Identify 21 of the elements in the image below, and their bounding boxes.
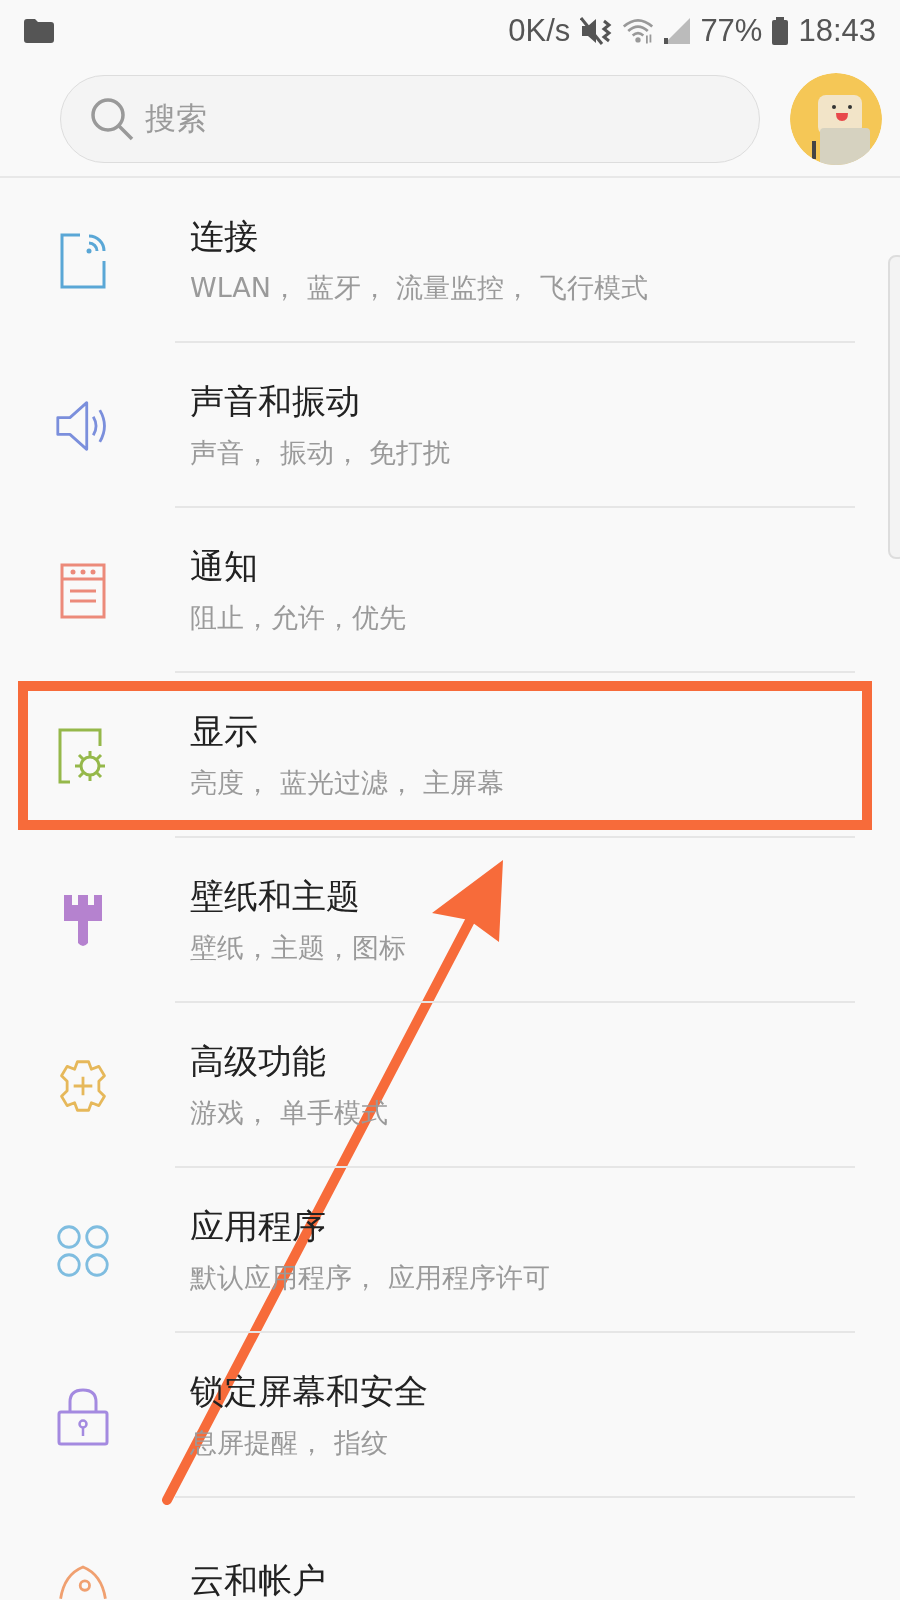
item-summary: 阻止，允许，优先 [190, 600, 407, 635]
settings-item[interactable]: 通知 阻止，允许，优先 [0, 508, 878, 673]
settings-item[interactable]: 云和帐户 [0, 1498, 878, 1600]
item-title: 显示 [190, 709, 259, 753]
item-title: 高级功能 [190, 1039, 327, 1083]
item-summary: 声音， 振动， 免打扰 [190, 435, 452, 470]
network-speed: 0K/s [508, 13, 571, 49]
item-title: 连接 [190, 214, 259, 258]
clock: 18:43 [798, 13, 876, 49]
item-title: 通知 [190, 544, 259, 588]
settings-item[interactable]: 显示 亮度， 蓝光过滤， 主屏幕 [0, 673, 878, 838]
item-summary: 亮度， 蓝光过滤， 主屏幕 [190, 765, 506, 800]
item-title: 声音和振动 [190, 379, 361, 423]
item-summary: WLAN， 蓝牙， 流量监控， 飞行模式 [190, 270, 649, 305]
item-title: 壁纸和主题 [190, 874, 361, 918]
settings-item[interactable]: 连接 WLAN， 蓝牙， 流量监控， 飞行模式 [0, 178, 878, 343]
item-title: 云和帐户 [190, 1558, 327, 1600]
battery-level: 77% [700, 13, 763, 49]
item-summary: 壁纸，主题，图标 [190, 930, 407, 965]
settings-item[interactable]: 声音和振动 声音， 振动， 免打扰 [0, 343, 878, 508]
search-field[interactable]: 搜索 [60, 75, 760, 163]
